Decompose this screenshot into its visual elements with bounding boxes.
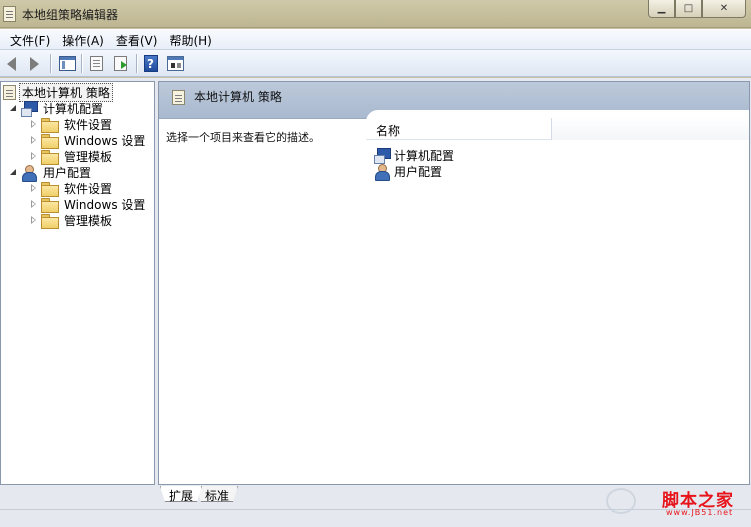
title-bar: 本地组策略编辑器 ▁ □ ✕ xyxy=(0,0,751,28)
show-hide-action-pane-button[interactable] xyxy=(165,55,185,72)
tree-item-label: 管理模板 xyxy=(64,149,113,164)
menu-action[interactable]: 操作(A) xyxy=(56,29,110,49)
back-button[interactable] xyxy=(3,55,20,72)
menu-file[interactable]: 文件(F) xyxy=(4,29,56,49)
tree-item-computer-config[interactable]: 计算机配置 xyxy=(9,100,105,117)
tree-item-label: 软件设置 xyxy=(64,117,113,132)
description-panel: 选择一个项目来查看它的描述。 xyxy=(159,119,366,479)
details-pane: 本地计算机 策略 选择一个项目来查看它的描述。 名称 计算机配置 用户配置 xyxy=(158,81,750,485)
toolbar-separator xyxy=(136,54,137,73)
properties-sheet-button[interactable] xyxy=(88,55,105,72)
show-hide-tree-button[interactable] xyxy=(57,55,77,72)
list-header: 名称 xyxy=(366,118,749,140)
menu-view[interactable]: 查看(V) xyxy=(110,29,164,49)
description-text: 选择一个项目来查看它的描述。 xyxy=(166,131,320,144)
folder-icon xyxy=(41,133,59,149)
item-list[interactable]: 名称 计算机配置 用户配置 xyxy=(366,110,749,482)
minimize-icon: ▁ xyxy=(657,3,666,14)
tree-item-label: 软件设置 xyxy=(64,181,113,196)
list-item-label: 用户配置 xyxy=(394,164,443,179)
column-header-filler xyxy=(552,118,749,140)
forward-button[interactable] xyxy=(26,55,43,72)
tab-extended[interactable]: 扩展 xyxy=(160,486,203,502)
user-icon xyxy=(374,163,390,181)
menu-help[interactable]: 帮助(H) xyxy=(163,29,217,49)
tree-item-label: 用户配置 xyxy=(43,165,92,180)
tree-item-user-config[interactable]: 用户配置 xyxy=(9,164,93,182)
main-area: 本地计算机 策略 计算机配置 软件设置 Windows 设置 管理模板 用户配置 xyxy=(0,78,751,509)
tree-item-computer-windows[interactable]: Windows 设置 xyxy=(29,132,147,149)
computer-icon xyxy=(21,100,38,117)
collapsed-arrow-icon[interactable] xyxy=(29,151,38,161)
close-button[interactable]: ✕ xyxy=(702,0,746,18)
minimize-button[interactable]: ▁ xyxy=(648,0,675,18)
window-title: 本地组策略编辑器 xyxy=(22,8,119,22)
sheet-icon xyxy=(90,56,103,71)
menu-bar: 文件(F) 操作(A) 查看(V) 帮助(H) xyxy=(0,29,751,50)
console-tree[interactable]: 本地计算机 策略 计算机配置 软件设置 Windows 设置 管理模板 用户配置 xyxy=(0,81,155,485)
folder-icon xyxy=(41,149,59,165)
watermark-logo-icon xyxy=(606,488,636,514)
policy-document-icon xyxy=(3,84,16,100)
folder-icon xyxy=(41,181,59,197)
back-arrow-icon xyxy=(7,56,16,71)
action-pane-icon xyxy=(166,56,184,71)
tab-standard[interactable]: 标准 xyxy=(196,486,239,502)
list-item-label: 计算机配置 xyxy=(394,148,455,163)
user-icon xyxy=(21,164,37,182)
collapsed-arrow-icon[interactable] xyxy=(29,135,38,145)
window-controls: ▁ □ ✕ xyxy=(648,0,746,18)
close-icon: ✕ xyxy=(719,3,729,14)
watermark-url: www.JB51.net xyxy=(666,508,734,517)
collapsed-arrow-icon[interactable] xyxy=(29,119,38,129)
forward-arrow-icon xyxy=(30,56,39,71)
collapsed-arrow-icon[interactable] xyxy=(29,183,38,193)
tree-item-user-windows[interactable]: Windows 设置 xyxy=(29,196,147,213)
site-watermark: 脚本之家 www.JB51.net xyxy=(606,486,748,524)
maximize-button[interactable]: □ xyxy=(675,0,702,18)
computer-icon xyxy=(374,147,391,164)
tree-item-computer-software[interactable]: 软件设置 xyxy=(29,116,114,133)
policy-document-icon xyxy=(172,90,185,105)
list-item-computer-config[interactable]: 计算机配置 xyxy=(374,147,455,164)
help-button[interactable]: ? xyxy=(142,55,159,72)
details-title: 本地计算机 策略 xyxy=(194,90,282,104)
toolbar-separator xyxy=(81,54,82,73)
toolbar: ? xyxy=(0,50,751,77)
tree-item-label: Windows 设置 xyxy=(64,133,146,148)
maximize-icon: □ xyxy=(683,3,694,14)
folder-icon xyxy=(41,213,59,229)
tree-item-label: Windows 设置 xyxy=(64,197,146,212)
help-icon: ? xyxy=(143,55,158,72)
collapsed-arrow-icon[interactable] xyxy=(29,215,38,225)
toolbar-separator xyxy=(50,54,51,73)
tree-item-computer-templates[interactable]: 管理模板 xyxy=(29,148,114,165)
list-item-user-config[interactable]: 用户配置 xyxy=(374,163,443,181)
tree-item-user-templates[interactable]: 管理模板 xyxy=(29,212,114,229)
column-header-name[interactable]: 名称 xyxy=(370,118,552,140)
tree-item-label: 计算机配置 xyxy=(43,101,104,116)
policy-document-icon xyxy=(3,6,16,22)
expanded-arrow-icon[interactable] xyxy=(9,104,18,113)
tree-item-root[interactable]: 本地计算机 策略 xyxy=(3,82,113,102)
console-tree-icon xyxy=(58,56,76,71)
export-icon xyxy=(114,56,127,71)
export-list-button[interactable] xyxy=(112,55,129,72)
tree-item-user-software[interactable]: 软件设置 xyxy=(29,180,114,197)
folder-icon xyxy=(41,197,59,213)
collapsed-arrow-icon[interactable] xyxy=(29,199,38,209)
folder-icon xyxy=(41,117,59,133)
expanded-arrow-icon[interactable] xyxy=(9,168,18,177)
tree-item-label: 管理模板 xyxy=(64,213,113,228)
